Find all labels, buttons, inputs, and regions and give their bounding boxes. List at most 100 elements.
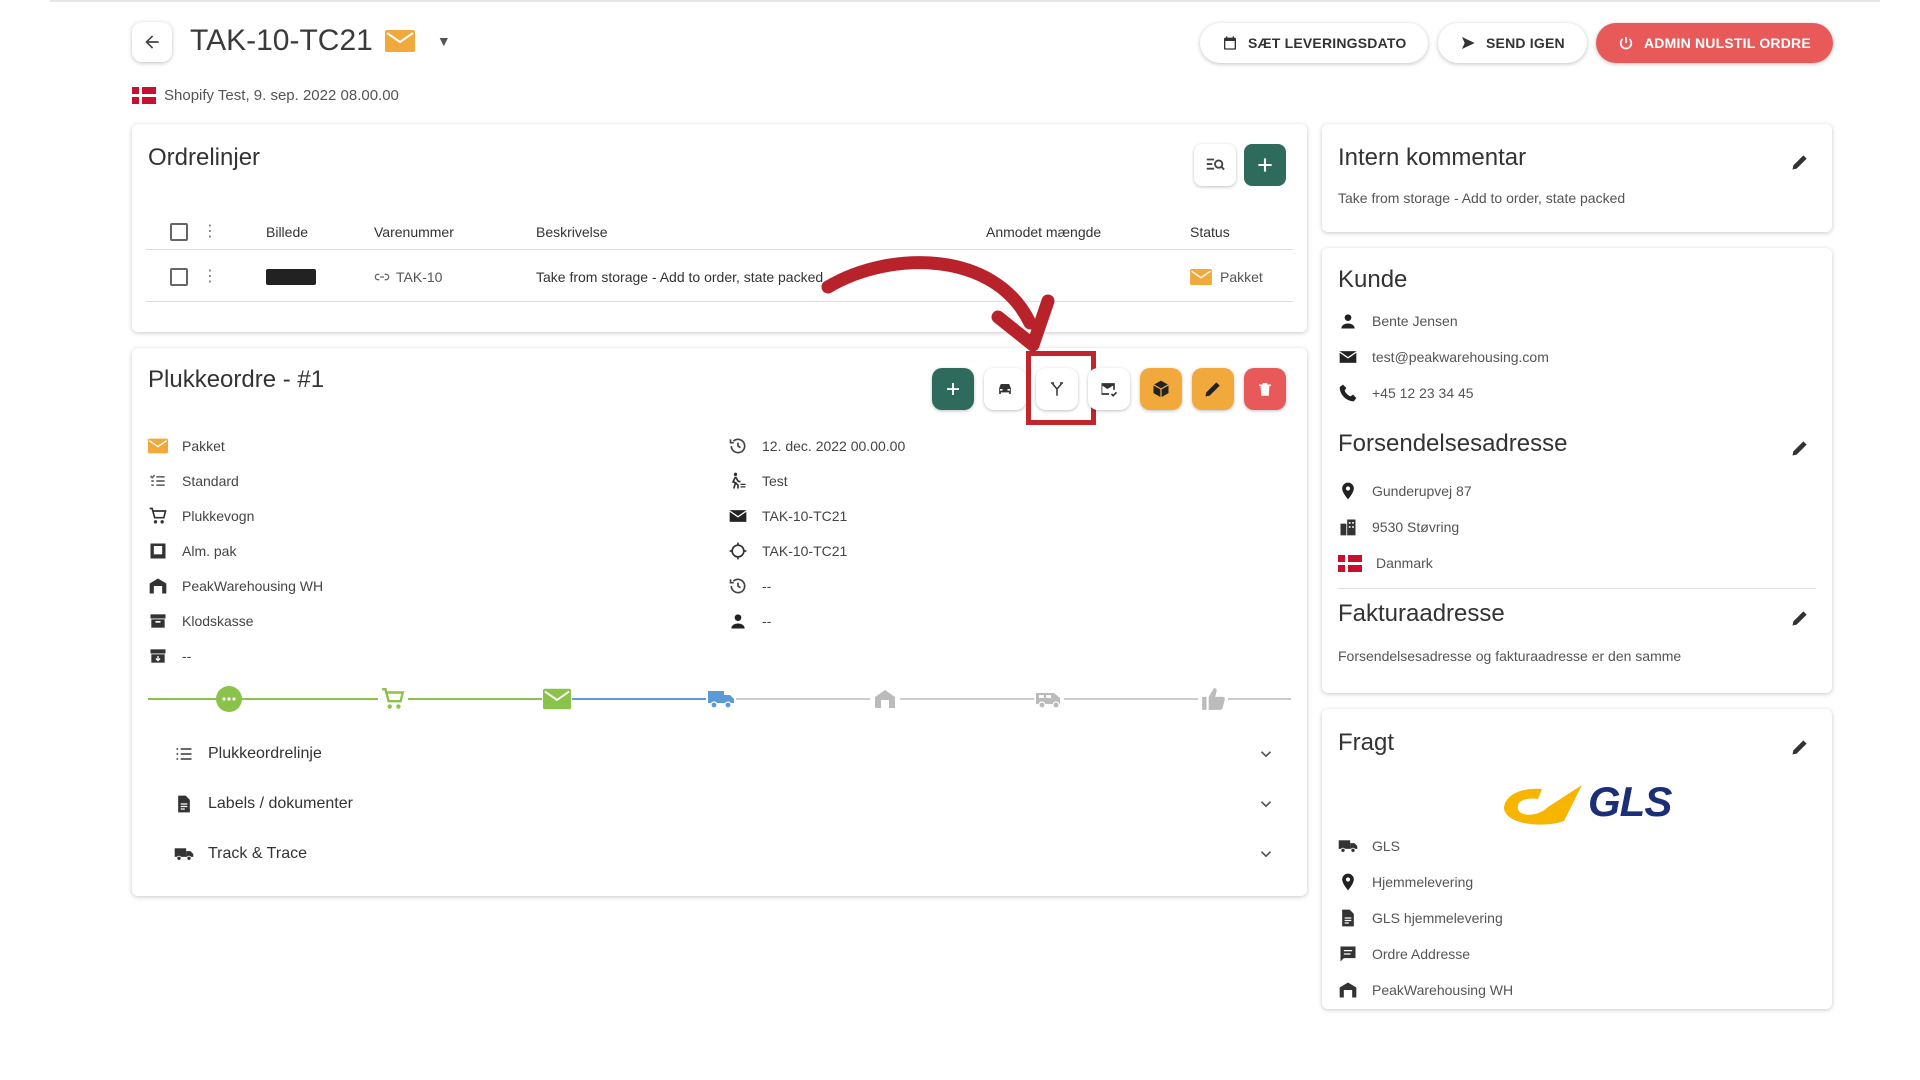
orderlines-card: Ordrelinjer ⋮ Billede Varenummer Beskriv… bbox=[132, 124, 1307, 332]
column-header: Billede bbox=[266, 223, 309, 240]
history-icon bbox=[729, 578, 746, 593]
location-pin-icon bbox=[1342, 873, 1354, 891]
set-delivery-date-button[interactable]: SÆT LEVERINGSDATO bbox=[1200, 23, 1429, 63]
history-icon bbox=[729, 438, 746, 453]
box-icon bbox=[150, 543, 166, 558]
archive-icon bbox=[150, 613, 166, 628]
progress-line-current bbox=[558, 698, 728, 700]
highlight-box bbox=[1026, 351, 1096, 425]
top-divider bbox=[50, 0, 1880, 2]
pick-time-extra: -- bbox=[728, 568, 905, 603]
status-dropdown-icon[interactable]: ▼ bbox=[437, 33, 451, 49]
pick-reference: TAK-10-TC21 bbox=[728, 498, 905, 533]
document-icon bbox=[178, 795, 190, 813]
resend-button[interactable]: SEND IGEN bbox=[1438, 23, 1587, 63]
order-source-date: Shopify Test, 9. sep. 2022 08.00.00 bbox=[164, 87, 399, 104]
accordion-pick-lines[interactable]: Plukkeordrelinje bbox=[148, 732, 1275, 776]
pick-user: -- bbox=[728, 603, 905, 638]
accordion-track-trace[interactable]: Track & Trace bbox=[148, 832, 1275, 876]
column-header: Anmodet mængde bbox=[986, 223, 1102, 240]
select-all-checkbox[interactable] bbox=[170, 222, 188, 241]
mark-sent-button[interactable] bbox=[1088, 368, 1130, 410]
target-icon bbox=[729, 542, 747, 559]
mail-check-icon bbox=[1101, 383, 1118, 397]
back-button[interactable] bbox=[132, 22, 172, 62]
pick-method: Plukkevogn bbox=[148, 498, 323, 533]
pick-extra: -- bbox=[148, 638, 323, 673]
column-header: Varenummer bbox=[374, 223, 454, 240]
row-checkbox[interactable] bbox=[170, 267, 188, 286]
freight-product: GLS hjemmelevering bbox=[1338, 903, 1503, 933]
customer-email: test@peakwarehousing.com bbox=[1338, 342, 1549, 372]
delete-pick-button[interactable] bbox=[1244, 368, 1286, 410]
row-menu-icon[interactable]: ⋮ bbox=[202, 268, 218, 285]
pack-type: Alm. pak bbox=[148, 533, 323, 568]
freight-card: Fragt GLS GLS Hjemmelevering GLS hjemmel… bbox=[1322, 709, 1832, 1009]
order-subline: Shopify Test, 9. sep. 2022 08.00.00 bbox=[132, 87, 399, 104]
arrow-left-icon bbox=[145, 35, 159, 49]
warehouse-icon bbox=[149, 578, 167, 593]
pick-container: Klodskasse bbox=[148, 603, 323, 638]
billing-address-title: Fakturaadresse bbox=[1338, 600, 1505, 627]
step-cart-icon bbox=[378, 684, 408, 714]
column-header: Status bbox=[1190, 223, 1230, 240]
truck-icon bbox=[174, 848, 194, 861]
orderlines-table-header: ⋮ Billede Varenummer Beskrivelse Anmodet… bbox=[146, 214, 1293, 250]
trash-icon bbox=[1259, 383, 1271, 396]
vehicle-icon bbox=[999, 384, 1011, 394]
package-button[interactable] bbox=[1140, 368, 1182, 410]
picker: Test bbox=[728, 463, 905, 498]
search-lines-button[interactable] bbox=[1194, 144, 1236, 186]
pick-warehouse: PeakWarehousing WH bbox=[148, 568, 323, 603]
gls-logo: GLS bbox=[1498, 777, 1672, 827]
pencil-icon[interactable] bbox=[1790, 608, 1810, 628]
row-status: Pakket bbox=[1190, 268, 1263, 285]
list-search-icon bbox=[1206, 158, 1225, 171]
archive-down-icon bbox=[150, 648, 166, 663]
customer-phone: +45 12 23 34 45 bbox=[1338, 378, 1474, 408]
list-icon bbox=[176, 748, 192, 760]
accordion-labels[interactable]: Labels / dokumenter bbox=[148, 782, 1275, 826]
envelope-icon bbox=[148, 438, 168, 453]
chevron-down-icon bbox=[1260, 801, 1272, 808]
cart-icon bbox=[149, 507, 167, 523]
table-row[interactable]: ⋮ TAK-10 Take from storage - Add to orde… bbox=[146, 252, 1293, 302]
add-pick-button[interactable] bbox=[932, 368, 974, 410]
internal-comment-card: Intern kommentar Take from storage - Add… bbox=[1322, 124, 1832, 232]
warehouse-icon bbox=[1339, 982, 1357, 998]
pick-order-title: Plukkeordre - #1 bbox=[148, 366, 325, 393]
pick-info-right: 12. dec. 2022 00.00.00 Test TAK-10-TC21 … bbox=[728, 428, 905, 638]
envelope-icon bbox=[384, 30, 415, 52]
shipping-country: Danmark bbox=[1338, 548, 1433, 578]
pick-status: Pakket bbox=[148, 428, 323, 463]
pencil-icon[interactable] bbox=[1790, 152, 1810, 172]
admin-reset-order-button[interactable]: ADMIN NULSTIL ORDRE bbox=[1596, 23, 1833, 63]
mail-icon bbox=[729, 509, 747, 522]
add-orderline-button[interactable] bbox=[1244, 144, 1286, 186]
column-menu-icon[interactable]: ⋮ bbox=[202, 223, 218, 240]
denmark-flag-icon bbox=[1338, 554, 1362, 572]
link-icon bbox=[374, 273, 390, 280]
power-icon bbox=[1619, 37, 1633, 50]
edit-pick-button[interactable] bbox=[1192, 368, 1234, 410]
freight-title: Fragt bbox=[1338, 729, 1395, 756]
internal-comment-text: Take from storage - Add to order, state … bbox=[1338, 190, 1626, 206]
chevron-down-icon bbox=[1260, 751, 1272, 758]
plus-icon bbox=[1258, 158, 1272, 172]
cart-button[interactable] bbox=[984, 368, 1026, 410]
truck-icon bbox=[1338, 840, 1358, 853]
mail-icon bbox=[1339, 351, 1357, 363]
sku-link[interactable]: TAK-10 bbox=[374, 269, 442, 285]
order-title: TAK-10-TC21 ▼ bbox=[190, 24, 451, 58]
step-van-icon bbox=[1034, 684, 1064, 714]
pencil-icon[interactable] bbox=[1790, 737, 1810, 757]
comment-icon bbox=[1340, 946, 1356, 962]
chevron-down-icon bbox=[1260, 851, 1272, 858]
pencil-icon[interactable] bbox=[1790, 438, 1810, 458]
city-icon bbox=[1340, 519, 1356, 536]
person-walking-icon bbox=[731, 472, 746, 489]
step-thumbs-up-icon bbox=[1198, 684, 1228, 714]
internal-comment-title: Intern kommentar bbox=[1338, 144, 1527, 171]
step-pending-icon bbox=[214, 684, 244, 714]
document-icon bbox=[1342, 909, 1354, 927]
